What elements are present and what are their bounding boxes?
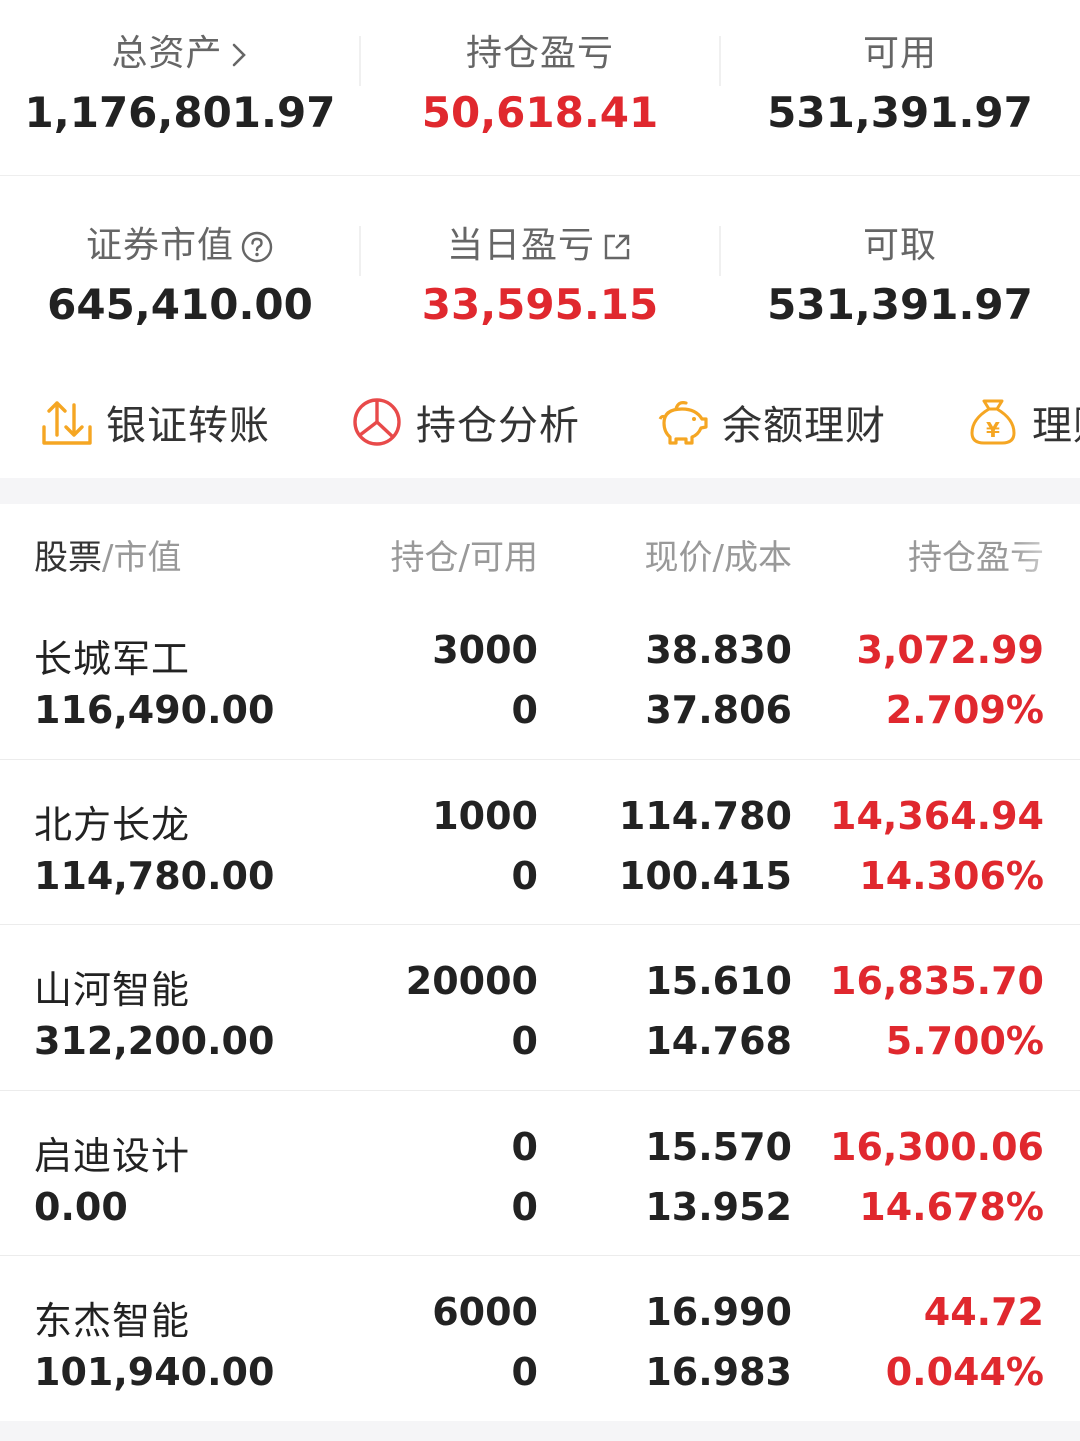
position-pl: 44.72 <box>923 1290 1044 1334</box>
position-pl-percent: 0.044% <box>885 1350 1044 1394</box>
available-qty: 0 <box>511 853 538 898</box>
available-label: 可用 <box>862 33 937 74</box>
market-value: 312,200.00 <box>34 1019 275 1063</box>
position-pl: 16,300.06 <box>830 1124 1044 1169</box>
total-assets-cell[interactable]: 总资产 1,176,801.97 <box>0 0 360 175</box>
position-pl-cell: 持仓盈亏 50,618.41 <box>360 0 720 175</box>
total-assets-label: 总资产 <box>111 33 223 74</box>
bottom-separator <box>0 1421 1080 1441</box>
account-summary-row-1: 总资产 1,176,801.97 持仓盈亏 50,618.41 可用 531,3… <box>0 0 1080 176</box>
header-price-cost[interactable]: 现价/成本 <box>645 530 792 579</box>
transfer-icon <box>42 401 92 445</box>
position-pl: 3,072.99 <box>856 628 1044 672</box>
shortcut-label: 持仓分析 <box>416 403 580 449</box>
holdings-list: 长城军工 116,490.00 3000 0 38.830 37.806 3,0… <box>0 594 1080 1422</box>
market-value: 101,940.00 <box>34 1350 275 1394</box>
help-icon[interactable] <box>240 230 274 264</box>
daily-pl-value: 33,595.15 <box>421 280 659 329</box>
current-price: 38.830 <box>645 628 792 672</box>
market-value-value: 645,410.00 <box>47 280 313 329</box>
header-position-available[interactable]: 持仓/可用 <box>391 530 538 579</box>
section-separator <box>0 478 1080 504</box>
available-cell: 可用 531,391.97 <box>720 0 1080 175</box>
table-row[interactable]: 山河智能 312,200.00 20000 0 15.610 14.768 16… <box>0 925 1080 1091</box>
available-qty: 0 <box>511 1019 538 1063</box>
shortcut-label: 余额理财 <box>722 403 886 449</box>
withdrawable-cell: 可取 531,391.97 <box>720 176 1080 366</box>
position-qty: 3000 <box>432 628 538 672</box>
piggy-bank-icon <box>658 401 708 445</box>
shortcut-balance-finance[interactable]: 余额理财 <box>656 392 886 452</box>
market-value: 116,490.00 <box>34 688 275 732</box>
header-fade-overlay <box>1010 504 1080 594</box>
chevron-right-icon <box>232 43 246 67</box>
daily-pl-cell[interactable]: 当日盈亏 33,595.15 <box>360 176 720 366</box>
table-row[interactable]: 长城军工 116,490.00 3000 0 38.830 37.806 3,0… <box>0 594 1080 760</box>
header-stock-market-value[interactable]: 股票/市值 <box>34 530 181 579</box>
stock-name: 北方长龙 <box>34 802 191 847</box>
available-qty: 0 <box>511 1350 538 1394</box>
position-qty: 0 <box>511 1124 538 1169</box>
position-pl-percent: 5.700% <box>885 1019 1044 1063</box>
daily-pl-label: 当日盈亏 <box>446 225 595 266</box>
shortcut-position-analysis[interactable]: 持仓分析 <box>350 392 580 452</box>
position-pl-percent: 14.678% <box>859 1184 1044 1229</box>
cost-price: 37.806 <box>645 688 792 732</box>
total-assets-value: 1,176,801.97 <box>24 88 336 137</box>
stock-name: 长城军工 <box>34 637 191 681</box>
position-pl-percent: 14.306% <box>859 853 1044 898</box>
holdings-table-header: 股票/市值 持仓/可用 现价/成本 持仓盈亏 <box>0 504 1080 594</box>
cost-price: 100.415 <box>618 853 792 898</box>
position-pl-value: 50,618.41 <box>421 88 659 137</box>
current-price: 15.610 <box>645 959 792 1003</box>
account-summary-row-2: 证券市值 645,410.00 当日盈亏 33,595.15 可取 531,39… <box>0 176 1080 366</box>
available-qty: 0 <box>511 1184 538 1229</box>
current-price: 114.780 <box>618 793 792 838</box>
cost-price: 14.768 <box>645 1019 792 1063</box>
shortcut-label: 理财 <box>1032 403 1080 449</box>
pie-chart-icon <box>353 398 401 446</box>
current-price: 16.990 <box>645 1290 792 1334</box>
position-qty: 20000 <box>405 959 538 1003</box>
cost-price: 13.952 <box>645 1184 792 1229</box>
table-row[interactable]: 北方长龙 114,780.00 1000 0 114.780 100.415 1… <box>0 760 1080 925</box>
market-value: 114,780.00 <box>34 853 275 898</box>
market-value-cell: 证券市值 645,410.00 <box>0 176 360 366</box>
cost-price: 16.983 <box>645 1350 792 1394</box>
shortcut-label: 银证转账 <box>106 403 270 449</box>
table-row[interactable]: 启迪设计 0.00 0 0 15.570 13.952 16,300.06 14… <box>0 1091 1080 1256</box>
svg-text:¥: ¥ <box>986 418 1000 442</box>
stock-name: 启迪设计 <box>34 1133 191 1178</box>
shortcut-bank-transfer[interactable]: 银证转账 <box>40 392 270 452</box>
table-row[interactable]: 东杰智能 101,940.00 6000 0 16.990 16.983 44.… <box>0 1256 1080 1422</box>
stock-name: 山河智能 <box>34 968 191 1012</box>
stock-name: 东杰智能 <box>34 1299 191 1343</box>
withdrawable-value: 531,391.97 <box>767 280 1033 329</box>
position-pl-percent: 2.709% <box>885 688 1044 732</box>
position-pl: 14,364.94 <box>830 793 1044 838</box>
external-link-icon[interactable] <box>601 231 633 263</box>
market-value: 0.00 <box>34 1184 128 1229</box>
withdrawable-label: 可取 <box>862 225 937 266</box>
current-price: 15.570 <box>645 1124 792 1169</box>
position-pl: 16,835.70 <box>830 959 1044 1003</box>
position-qty: 6000 <box>432 1290 538 1334</box>
shortcut-bar: 银证转账 持仓分析 余额理财 ¥ 理财 <box>0 366 1080 478</box>
available-value: 531,391.97 <box>767 88 1033 137</box>
shortcut-finance[interactable]: ¥ 理财 <box>966 392 1080 452</box>
available-qty: 0 <box>511 688 538 732</box>
money-bag-icon: ¥ <box>970 399 1016 445</box>
market-value-label: 证券市值 <box>85 225 234 266</box>
position-qty: 1000 <box>432 793 538 838</box>
position-pl-label: 持仓盈亏 <box>465 33 614 74</box>
